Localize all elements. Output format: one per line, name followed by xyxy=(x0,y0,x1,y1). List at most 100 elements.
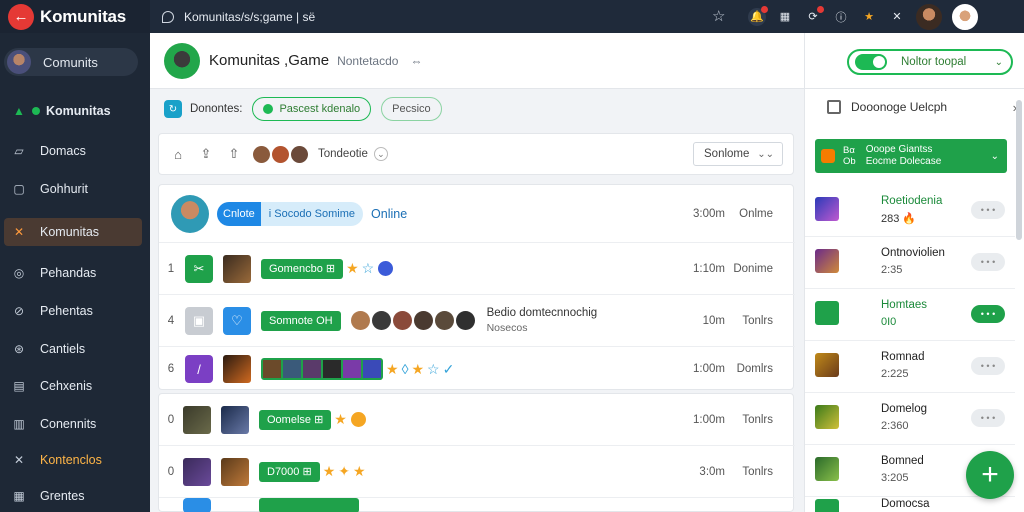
item-subtitle: 3:205 xyxy=(881,472,909,484)
list-item[interactable]: Ontnoviolien 2:35 • • • xyxy=(805,237,1015,289)
scrollbar[interactable] xyxy=(1016,100,1022,240)
sidebar-item-gohhurit[interactable]: ▢ Gohhurit xyxy=(4,175,142,203)
close-icon[interactable]: ✕ xyxy=(888,8,906,26)
avatar[interactable] xyxy=(916,3,942,30)
community-avatar[interactable] xyxy=(164,42,200,79)
back-arrow-icon[interactable]: ← xyxy=(8,3,34,30)
sidebar-item-label: Pehandas xyxy=(40,266,97,280)
sidebar-item-komunitas-active[interactable]: ▲ Komunitas xyxy=(4,97,142,125)
table-row[interactable]: 0 Oomelse ⊞ ★ 1:00m Tonlrs xyxy=(159,394,795,446)
chart-icon: ▱ xyxy=(14,144,24,158)
game-badge[interactable] xyxy=(259,498,359,512)
page-subtitle: Nontetacdo xyxy=(337,53,399,68)
banner-numbers: Bα Ob xyxy=(843,145,856,167)
notification-bell-icon[interactable]: 🔔 xyxy=(748,5,768,26)
sidebar-user[interactable]: Comunits xyxy=(4,48,138,76)
item-title: Domelog xyxy=(881,403,928,415)
row-status: Tonlrs xyxy=(742,413,773,426)
refresh-icon[interactable]: ↻ xyxy=(164,100,182,118)
home-icon[interactable]: ⌂ xyxy=(169,145,187,163)
list-icon: ▤ xyxy=(13,379,25,393)
shield-icon xyxy=(378,261,394,276)
menu-icon[interactable]: ⇔ xyxy=(410,54,422,68)
alert-dot xyxy=(817,5,824,13)
sidebar-item-pehentas[interactable]: ⊘ Pehentas xyxy=(4,297,142,325)
notification-toggle[interactable]: Noltor toopal ⌄ xyxy=(847,49,1013,75)
item-action-button[interactable]: • • • xyxy=(971,357,1005,375)
row-title: Bedio domtecnnochig xyxy=(486,307,598,319)
table-icon: ▥ xyxy=(13,417,25,431)
item-action-button[interactable]: • • • xyxy=(971,305,1005,323)
user-avatar xyxy=(171,194,209,233)
brand[interactable]: ← Komunitas xyxy=(0,0,150,33)
sidebar-item-kontenclos[interactable]: ✕ Kontenclos xyxy=(4,446,142,474)
row-time: 3:00m xyxy=(693,207,725,220)
chevron-down-icon[interactable]: ⌄ xyxy=(373,147,388,161)
sidebar-item-pehandas[interactable]: ◎ Pehandas xyxy=(4,259,142,287)
table-row[interactable]: Cnlote i Socodo Somime Online 3:00m Onlm… xyxy=(159,185,795,243)
table-row[interactable]: 0 D7000 ⊞ ★ ✦ ★ 3:0m Tonlrs xyxy=(159,446,795,498)
sidebar-item-grentes[interactable]: ▦ Grentes xyxy=(4,482,142,510)
member-avatar xyxy=(291,145,308,163)
sidebar: Comunits ▲ Komunitas ▱ Domacs ▢ Gohhurit… xyxy=(0,33,150,512)
game-badge[interactable]: Gomencbo ⊞ xyxy=(261,258,344,279)
online-pill[interactable]: Cnlote i Socodo Somime xyxy=(217,201,364,226)
profile-avatar[interactable] xyxy=(952,3,978,30)
game-icon: ✂ xyxy=(185,254,213,283)
row-number: 0 xyxy=(167,465,175,478)
sidebar-item-label: Komunitas xyxy=(46,104,111,118)
game-badge[interactable]: Oomelse ⊞ xyxy=(259,409,332,430)
row-number: 4 xyxy=(167,314,175,327)
section-header[interactable]: Dooonoge Uelcph › xyxy=(817,97,1017,117)
tab-outline-pill[interactable]: Pecsico xyxy=(381,97,442,121)
table-row[interactable]: 4 ▣ ♡ Somnote OH Bedio domtecnnochig Nos… xyxy=(159,295,795,347)
game-thumbnail xyxy=(223,355,251,383)
row-number: 1 xyxy=(167,262,175,275)
trophy-icon[interactable]: ★ xyxy=(860,8,878,26)
sidebar-item-cehxenis[interactable]: ▤ Cehxenis xyxy=(4,372,142,400)
star-icon: ★ xyxy=(322,463,336,479)
item-action-button[interactable]: • • • xyxy=(971,201,1005,219)
upload-icon[interactable]: ⇧ xyxy=(225,145,243,163)
info-icon[interactable]: ⓘ xyxy=(832,8,850,26)
game-badge-stack[interactable] xyxy=(261,358,383,380)
tab-active-pill[interactable]: Pascest kdenalo xyxy=(252,97,372,121)
game-thumbnail xyxy=(183,405,211,434)
table-row[interactable]: 1 ✂ Gomencbo ⊞ ★ ☆ 1:10m Donime xyxy=(159,243,795,295)
alert-icon[interactable]: ⟳ xyxy=(804,5,824,26)
sidebar-item-cantiels[interactable]: ⊛ Cantiels xyxy=(4,335,142,363)
sidebar-item-domacs[interactable]: ▱ Domacs xyxy=(4,137,142,165)
member-avatar xyxy=(272,145,289,163)
game-badge[interactable]: Somnote OH xyxy=(261,310,341,331)
list-item[interactable]: Roetiodenia 283 🔥 • • • xyxy=(805,185,1015,237)
share-icon[interactable]: ⇪ xyxy=(197,145,215,163)
item-action-button[interactable]: • • • xyxy=(971,253,1005,271)
star-icon: ☆ xyxy=(361,260,375,276)
grid-icon[interactable]: ▦ xyxy=(776,8,794,26)
item-action-button[interactable]: • • • xyxy=(971,409,1005,427)
sort-select[interactable]: Sonlome ⌄⌄ xyxy=(693,142,783,166)
settings-icon: ⊘ xyxy=(13,304,25,318)
online-pill-left: Cnlote xyxy=(217,201,261,226)
toggle-switch[interactable] xyxy=(855,54,887,70)
sidebar-item-conennits[interactable]: ▥ Conennits xyxy=(4,410,142,438)
sidebar-item-label: Gohhurit xyxy=(40,182,88,196)
add-button[interactable]: + xyxy=(966,451,1014,499)
sidebar-user-avatar xyxy=(7,50,31,74)
sidebar-item-komunitas[interactable]: ✕ Komunitas xyxy=(4,218,142,246)
featured-banner[interactable]: Bα Ob Ooope Giantss Eocme Dolecase ⌄ xyxy=(815,139,1007,173)
table-row[interactable]: 6 / ★ ◊ ★ ☆ ✓ 1:00m Domlrs xyxy=(159,347,795,391)
sidebar-user-label: Comunits xyxy=(43,54,98,70)
favorite-star-icon[interactable]: ☆ xyxy=(712,7,725,25)
item-thumbnail xyxy=(815,249,839,273)
item-subtitle: 0I0 xyxy=(881,316,897,328)
game-badge[interactable]: D7000 ⊞ xyxy=(259,461,320,482)
main-panel: Komunitas ,Game Nontetacdo ⇔ ↻ Donontes:… xyxy=(150,33,804,512)
tab-outline-label: Pecsico xyxy=(392,103,431,115)
list-item[interactable]: Romnad 2:225 • • • xyxy=(805,341,1015,393)
online-status: Online xyxy=(371,206,408,221)
list-item[interactable]: Domelog 2:360 • • • xyxy=(805,393,1015,445)
list-item[interactable]: Homtaes 0I0 • • • xyxy=(805,289,1015,341)
chat-icon: ♡ xyxy=(223,306,251,335)
table-row[interactable] xyxy=(159,498,795,512)
